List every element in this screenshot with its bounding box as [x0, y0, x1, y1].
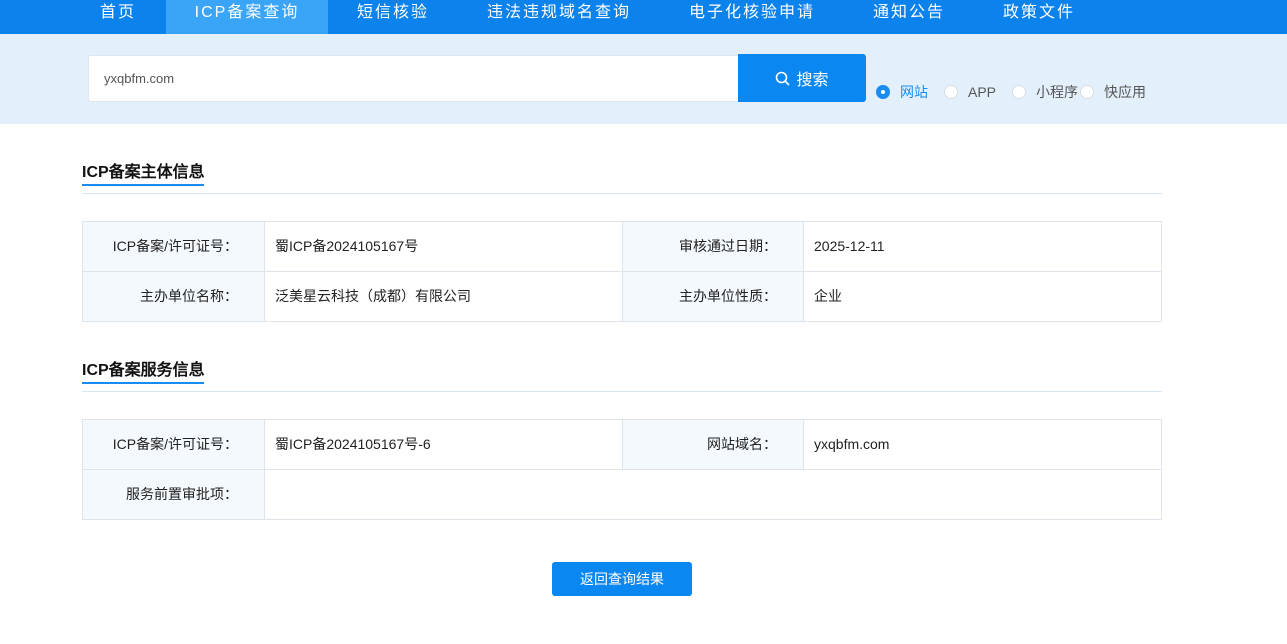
- section-divider: [82, 193, 1162, 194]
- section-title-subject: ICP备案主体信息: [82, 164, 205, 181]
- search-button-label: 搜索: [796, 72, 829, 89]
- radio-dot-icon: [876, 85, 890, 99]
- radio-website[interactable]: 网站: [876, 82, 928, 102]
- license-number-value: 蜀ICP备2024105167号: [264, 222, 622, 271]
- approval-date-value: 2025-12-11: [803, 222, 1161, 271]
- organizer-name-value: 泛美星云科技（成都）有限公司: [264, 272, 622, 321]
- service-info-table: ICP备案/许可证号： 蜀ICP备2024105167号-6 网站域名： yxq…: [82, 419, 1162, 520]
- nav-item-icp-query[interactable]: ICP备案查询: [166, 0, 328, 34]
- nav-item-e-verify[interactable]: 电子化核验申请: [676, 0, 828, 34]
- domain-value: yxqbfm.com: [803, 420, 1161, 469]
- table-row: ICP备案/许可证号： 蜀ICP备2024105167号-6 网站域名： yxq…: [83, 420, 1161, 470]
- organizer-type-value: 企业: [803, 272, 1161, 321]
- section-underline: [82, 184, 204, 186]
- domain-label: 网站域名：: [622, 420, 803, 469]
- pre-approval-value: [264, 470, 1161, 519]
- radio-dot-icon: [1012, 85, 1026, 99]
- radio-label: 小程序: [1036, 84, 1078, 100]
- search-button[interactable]: 搜索: [738, 54, 866, 102]
- subject-info-table: ICP备案/许可证号： 蜀ICP备2024105167号 审核通过日期： 202…: [82, 221, 1162, 322]
- table-row: 服务前置审批项：: [83, 470, 1161, 520]
- organizer-type-label: 主办单位性质：: [622, 272, 803, 321]
- license-number-label: ICP备案/许可证号：: [83, 222, 264, 271]
- radio-mini-program[interactable]: 小程序: [1012, 82, 1078, 102]
- top-nav: 首页 ICP备案查询 短信核验 违法违规域名查询 电子化核验申请 通知公告 政策…: [0, 0, 1287, 34]
- nav-item-sms-verify[interactable]: 短信核验: [342, 0, 444, 34]
- radio-label: APP: [968, 84, 997, 100]
- pre-approval-label: 服务前置审批项：: [83, 470, 264, 519]
- nav-item-home[interactable]: 首页: [82, 0, 154, 34]
- nav-item-illegal-domain[interactable]: 违法违规域名查询: [474, 0, 644, 34]
- nav-item-policy[interactable]: 政策文件: [988, 0, 1090, 34]
- radio-dot-icon: [944, 85, 958, 99]
- service-license-label: ICP备案/许可证号：: [83, 420, 264, 469]
- section-divider: [82, 391, 1162, 392]
- table-row: ICP备案/许可证号： 蜀ICP备2024105167号 审核通过日期： 202…: [83, 222, 1161, 272]
- section-title-service: ICP备案服务信息: [82, 362, 205, 379]
- radio-label: 网站: [900, 84, 928, 100]
- search-input[interactable]: [88, 55, 739, 102]
- organizer-name-label: 主办单位名称：: [83, 272, 264, 321]
- radio-app[interactable]: APP: [944, 82, 996, 102]
- search-icon: [776, 71, 790, 85]
- radio-quick-app[interactable]: 快应用: [1080, 82, 1146, 102]
- return-to-results-button[interactable]: 返回查询结果: [552, 562, 692, 596]
- approval-date-label: 审核通过日期：: [622, 222, 803, 271]
- nav-item-notices[interactable]: 通知公告: [858, 0, 960, 34]
- section-underline: [82, 382, 204, 384]
- radio-dot-icon: [1080, 85, 1094, 99]
- service-license-value: 蜀ICP备2024105167号-6: [264, 420, 622, 469]
- radio-label: 快应用: [1104, 84, 1146, 100]
- table-row: 主办单位名称： 泛美星云科技（成都）有限公司 主办单位性质： 企业: [83, 272, 1161, 322]
